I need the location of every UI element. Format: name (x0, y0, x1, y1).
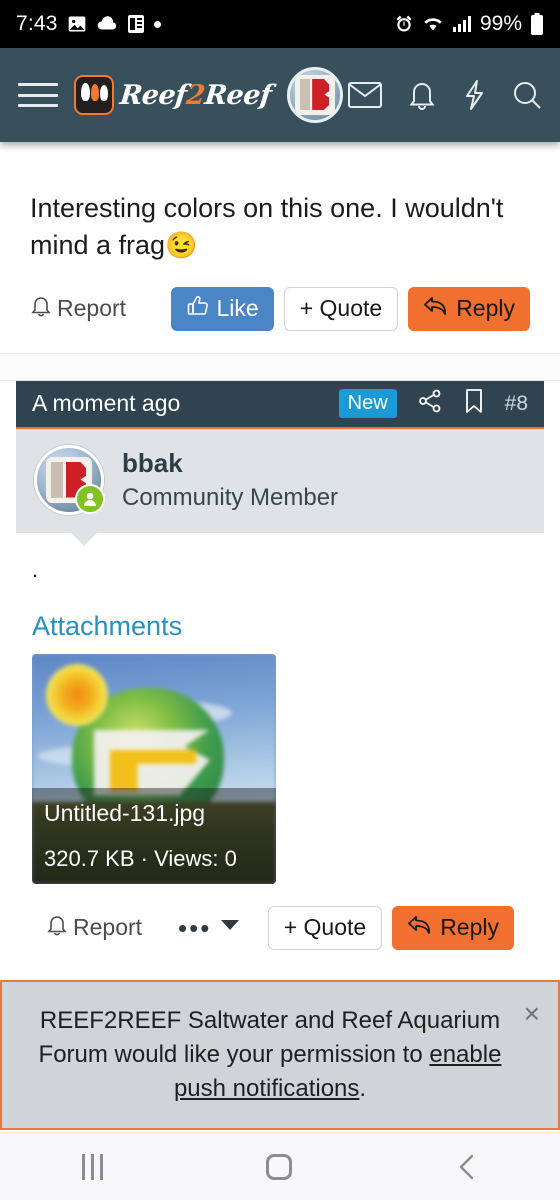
brand-wordmark: Reef2Reef (118, 80, 272, 111)
share-icon[interactable] (417, 388, 443, 419)
site-header: Reef2Reef (0, 48, 560, 142)
dot-icon (153, 20, 161, 28)
search-icon[interactable] (512, 80, 542, 110)
post-article: A moment ago New #8 bbak Community Membe… (0, 380, 560, 972)
cloud-icon (96, 16, 118, 32)
push-permission-banner: REEF2REEF Saltwater and Reef Aquarium Fo… (0, 979, 560, 1130)
site-logo[interactable]: Reef2Reef (74, 75, 273, 115)
alarm-icon (394, 14, 414, 34)
user-avatar[interactable] (34, 444, 105, 515)
bookmark-icon[interactable] (463, 388, 485, 419)
post-separator (0, 352, 560, 381)
report-label: Report (57, 295, 127, 321)
bolt-icon[interactable] (462, 79, 486, 111)
push-banner-text: REEF2REEF Saltwater and Reef Aquarium Fo… (30, 1004, 510, 1106)
post-body: . Attachments Untitled-131.jpg 320.7 KB … (16, 533, 544, 884)
close-icon[interactable]: × (524, 999, 540, 1028)
document-icon (127, 14, 145, 34)
user-meta: bbak Community Member (122, 445, 338, 512)
push-text-after: . (359, 1074, 367, 1102)
avatar[interactable] (287, 67, 344, 123)
post-report-label: Report (73, 914, 143, 940)
post-header: A moment ago New #8 (16, 380, 544, 429)
quote-label: + Quote (299, 295, 383, 321)
post-quote-label: + Quote (283, 914, 367, 940)
brand-text-1: Reef (118, 79, 189, 111)
more-options-button[interactable]: ••• (178, 912, 240, 943)
status-time: 7:43 (16, 12, 58, 35)
recents-icon[interactable] (81, 1153, 103, 1180)
clownfish-bubble-icon (74, 75, 114, 115)
system-nav-bar (0, 1132, 560, 1200)
post-quote-button[interactable]: + Quote (267, 905, 383, 950)
wink-emoji: 😉 (165, 230, 198, 261)
back-icon[interactable] (456, 1153, 478, 1181)
post-reply-label: Reply (440, 914, 499, 940)
report-button[interactable]: Report (30, 294, 126, 324)
status-bar-left: 7:43 (16, 12, 161, 36)
post-date[interactable]: A moment ago (32, 390, 180, 417)
like-label: Like (216, 295, 259, 321)
post-number[interactable]: #8 (505, 392, 528, 416)
hamburger-icon[interactable] (18, 80, 58, 110)
brand-text-2: Reef (203, 79, 273, 111)
bell-outline-icon (30, 294, 52, 324)
reply-arrow-icon (423, 295, 449, 323)
online-status-icon (75, 483, 105, 514)
post-reply-button[interactable]: Reply (392, 905, 514, 950)
status-bar: 7:43 99% (0, 0, 560, 48)
signal-icon (452, 15, 472, 33)
attachment-meta: 320.7 KB · Views: 0 (44, 845, 237, 871)
home-icon[interactable] (266, 1153, 293, 1180)
status-bar-right: 99% (394, 12, 544, 36)
post-user-block: bbak Community Member (16, 428, 544, 546)
app-root: 7:43 99% Reef2Reef Interesting colors on… (0, 0, 560, 1200)
quote-button[interactable]: + Quote (283, 286, 399, 331)
post-body-text: . (32, 556, 39, 582)
user-title: Community Member (122, 483, 339, 511)
page-content: Interesting colors on this one. I wouldn… (0, 142, 560, 1132)
user-name[interactable]: bbak (122, 448, 338, 479)
post-header-actions: New #8 (338, 388, 528, 419)
previous-post: Interesting colors on this one. I wouldn… (0, 142, 560, 265)
like-button[interactable]: Like (170, 286, 274, 331)
battery-percent: 99% (479, 12, 522, 35)
bell-outline-icon (46, 913, 68, 943)
more-dots-icon: ••• (178, 912, 212, 943)
header-icons (348, 79, 542, 111)
image-icon (67, 14, 87, 34)
attachment-caption: Untitled-131.jpg 320.7 KB · Views: 0 (32, 787, 276, 884)
battery-icon (530, 13, 544, 35)
reply-label: Reply (456, 295, 515, 321)
bell-icon[interactable] (408, 79, 436, 111)
chevron-down-icon (220, 918, 240, 937)
status-badge: New (338, 389, 397, 418)
wifi-icon (422, 15, 444, 33)
reply-button[interactable]: Reply (408, 286, 530, 331)
attachment-thumbnail[interactable]: Untitled-131.jpg 320.7 KB · Views: 0 (32, 653, 276, 884)
thumbs-up-icon (186, 294, 210, 324)
reply-arrow-icon (407, 914, 433, 942)
previous-post-text: Interesting colors on this one. I wouldn… (30, 190, 530, 265)
attachments-heading: Attachments (32, 610, 183, 641)
attachment-filename: Untitled-131.jpg (44, 799, 206, 826)
previous-post-body: Interesting colors on this one. I wouldn… (30, 193, 504, 261)
post-actions: Report ••• + Quote Reply (16, 884, 544, 972)
envelope-icon[interactable] (348, 82, 382, 108)
previous-post-actions: Report Like + Quote Reply (0, 265, 560, 353)
post-report-button[interactable]: Report (46, 913, 142, 943)
